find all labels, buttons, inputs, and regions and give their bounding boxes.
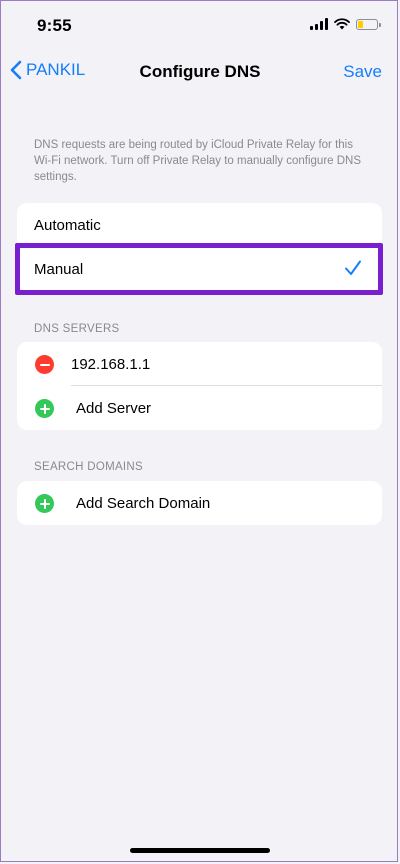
- add-server-row[interactable]: Add Server: [17, 386, 382, 430]
- option-label: Manual: [34, 260, 84, 278]
- status-time: 9:55: [37, 16, 72, 35]
- status-icons: [310, 18, 381, 30]
- wifi-icon: [334, 18, 350, 30]
- add-search-domain-label: Add Search Domain: [76, 494, 211, 512]
- add-server-label: Add Server: [76, 399, 152, 417]
- dns-server-row[interactable]: 192.168.1.1: [17, 342, 382, 386]
- checkmark-icon: [345, 260, 361, 275]
- screen-frame: [0, 0, 398, 862]
- page-title: Configure DNS: [139, 62, 261, 81]
- dns-server-address: 192.168.1.1: [71, 355, 151, 373]
- dns-mode-group: Automatic Manual: [17, 203, 382, 291]
- search-domains-group: Add Search Domain: [17, 481, 382, 525]
- plus-circle-icon[interactable]: [35, 494, 54, 513]
- option-automatic[interactable]: Automatic: [17, 203, 382, 247]
- plus-circle-icon[interactable]: [35, 399, 54, 418]
- dns-servers-group: 192.168.1.1 Add Server: [17, 342, 382, 430]
- private-relay-info: DNS requests are being routed by iCloud …: [34, 139, 362, 183]
- cellular-signal-icon: [310, 18, 328, 30]
- battery-icon: [356, 18, 381, 30]
- option-manual[interactable]: Manual: [17, 247, 382, 291]
- option-label: Automatic: [34, 216, 101, 234]
- minus-circle-icon[interactable]: [35, 355, 54, 374]
- dns-servers-header: DNS SERVERS: [34, 323, 120, 335]
- save-button[interactable]: Save: [343, 62, 382, 82]
- add-search-domain-row[interactable]: Add Search Domain: [17, 481, 382, 525]
- search-domains-header: SEARCH DOMAINS: [34, 461, 143, 473]
- home-indicator[interactable]: [130, 848, 270, 853]
